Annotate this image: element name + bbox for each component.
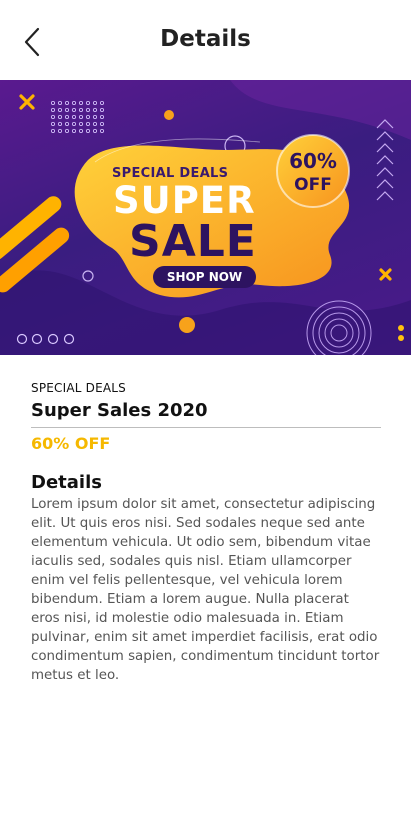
product-description: Lorem ipsum dolor sit amet, consectetur … — [31, 497, 380, 683]
banner-sale-text: SALE — [129, 216, 257, 267]
product-details: SPECIAL DEALS Super Sales 2020 60% OFF D… — [0, 355, 411, 685]
product-category: SPECIAL DEALS — [31, 381, 126, 395]
details-heading: Details — [31, 472, 102, 493]
discount-badge-percent: 60% — [289, 149, 337, 173]
product-title: Super Sales 2020 — [31, 400, 208, 421]
divider — [31, 427, 381, 428]
discount-label: 60% OFF — [31, 434, 111, 453]
app-header: Details — [0, 0, 411, 80]
shop-now-button[interactable]: SHOP NOW — [153, 266, 256, 288]
promo-banner[interactable]: SPECIAL DEALS SUPER SALE SHOP NOW 60% OF… — [0, 80, 411, 355]
discount-badge-off: OFF — [294, 175, 332, 195]
page-title: Details — [160, 26, 251, 52]
